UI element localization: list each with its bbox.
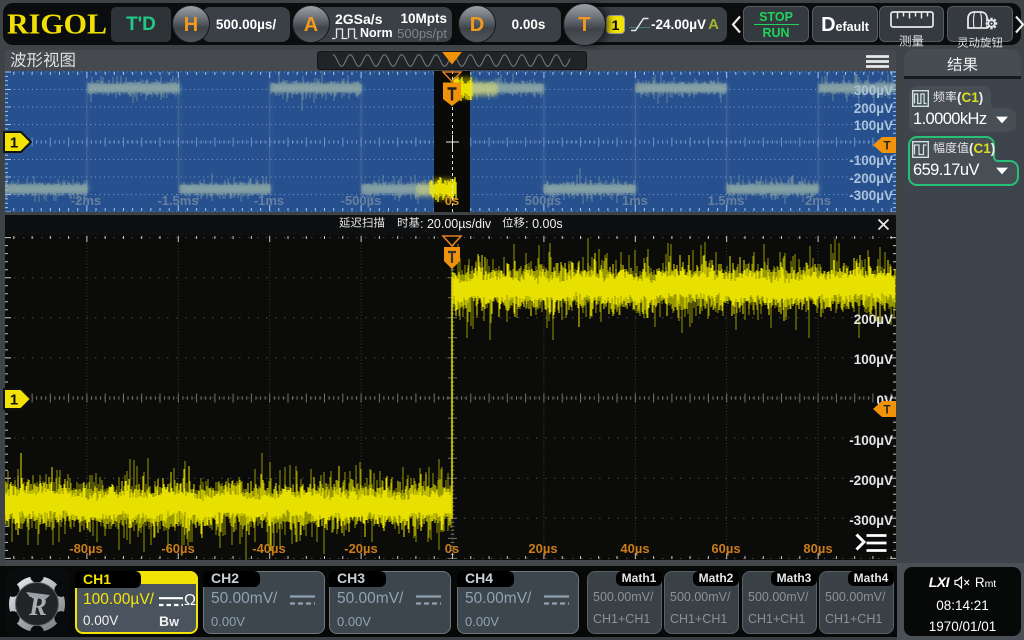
svg-text:T: T <box>883 141 890 153</box>
svg-text:T: T <box>883 405 890 417</box>
svg-text:1: 1 <box>10 392 18 409</box>
svg-text:1: 1 <box>10 135 18 152</box>
